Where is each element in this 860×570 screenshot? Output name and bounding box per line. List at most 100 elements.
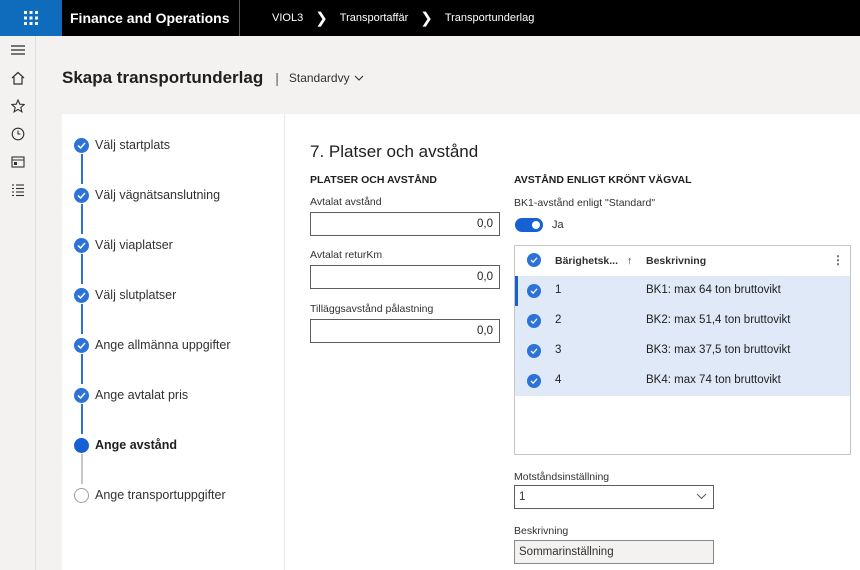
field-label: Beskrivning (514, 525, 569, 537)
table-row[interactable]: 1 BK1: max 64 ton bruttovikt (515, 276, 850, 306)
cell-description: BK1: max 64 ton bruttovikt (646, 284, 781, 296)
list-icon[interactable] (8, 180, 28, 200)
checkmark-icon (74, 287, 89, 303)
step-valj-vagnatsanslutning[interactable]: Välj vägnätsanslutning (74, 185, 220, 205)
step-ange-allmanna-uppgifter[interactable]: Ange allmänna uppgifter (74, 335, 231, 355)
step-label: Välj vägnätsanslutning (95, 188, 221, 202)
group-title-platser: PLATSER OCH AVSTÅND (310, 174, 437, 186)
clock-icon[interactable] (8, 124, 28, 144)
cell-description: BK2: max 51,4 ton bruttovikt (646, 314, 791, 326)
checkmark-icon (74, 387, 89, 403)
toggle-value: Ja (552, 219, 564, 231)
top-bar: Finance and Operations VIOL3 ❯ Transport… (0, 0, 860, 36)
step-label: Ange allmänna uppgifter (95, 338, 231, 352)
header-divider: | (275, 70, 279, 86)
step-connector (81, 154, 83, 184)
view-selector-label: Standardvy (288, 71, 350, 85)
vertical-divider (284, 114, 285, 570)
sort-ascending-icon: ↑ (626, 255, 633, 267)
step-connector (81, 404, 83, 434)
step-label: Välj slutplatser (95, 288, 177, 302)
bk1-toggle[interactable] (515, 218, 543, 232)
app-launcher-button[interactable] (0, 0, 62, 36)
row-checkbox[interactable] (527, 344, 541, 358)
step-connector (81, 304, 83, 334)
cell-description: BK4: max 74 ton bruttovikt (646, 374, 781, 386)
field-label: Avtalat returKm (310, 249, 383, 261)
table-row[interactable]: 3 BK3: max 37,5 ton bruttovikt (515, 336, 850, 366)
table-row[interactable]: 4 BK4: max 74 ton bruttovikt (515, 366, 850, 396)
checkmark-icon (74, 337, 89, 353)
app-title[interactable]: Finance and Operations (62, 0, 240, 36)
step-label: Ange avtalat pris (95, 388, 189, 402)
checkmark-icon (74, 187, 89, 203)
wizard-steps: Välj startplats Välj vägnätsanslutning V… (62, 114, 280, 570)
step-label: Välj viaplatser (95, 238, 173, 252)
breadcrumb-company[interactable]: VIOL3 (272, 12, 303, 24)
barighet-grid: Bärighetsk... ↑ Beskrivning ⋮ 1 BK1: max… (514, 245, 851, 455)
cell-code: 3 (555, 344, 562, 356)
column-header-barighetsklass[interactable]: Bärighetsk... ↑ (555, 255, 632, 267)
step-label: Välj startplats (95, 138, 171, 152)
waffle-icon (24, 11, 38, 25)
cell-code: 2 (555, 314, 562, 326)
chevron-down-icon (354, 75, 363, 81)
breadcrumb: VIOL3 ❯ Transportaffär ❯ Transportunderl… (272, 0, 534, 36)
tillaggsavstand-input[interactable]: 0,0 (310, 319, 500, 343)
field-label: Motståndsinställning (514, 471, 610, 483)
current-step-dot-icon (74, 437, 89, 453)
step-ange-avstand[interactable]: Ange avstånd (74, 435, 177, 455)
view-selector[interactable]: Standardvy (289, 71, 364, 85)
wizard-card: Välj startplats Välj vägnätsanslutning V… (62, 114, 860, 570)
toggle-label: BK1-avstånd enligt "Standard" (514, 197, 656, 209)
group-title-avstand: AVSTÅND ENLIGT KRÖNT VÄGVAL (514, 174, 692, 186)
checkmark-icon (74, 237, 89, 253)
toggle-knob (532, 221, 540, 229)
step-valj-viaplatser[interactable]: Välj viaplatser (74, 235, 173, 255)
home-icon[interactable] (8, 68, 28, 88)
row-checkbox[interactable] (527, 284, 541, 298)
page-header: Skapa transportunderlag | Standardvy (62, 58, 364, 98)
cell-code: 1 (555, 284, 562, 296)
select-value: 1 (519, 491, 526, 503)
chevron-down-icon (696, 486, 707, 508)
step-ange-avtalat-pris[interactable]: Ange avtalat pris (74, 385, 188, 405)
empty-circle-icon (74, 487, 89, 503)
step-connector (81, 204, 83, 234)
more-vertical-icon[interactable]: ⋮ (832, 253, 844, 267)
select-all-checkbox[interactable] (527, 253, 541, 267)
page-title: Skapa transportunderlag (62, 68, 264, 87)
step-ange-transportuppgifter[interactable]: Ange transportuppgifter (74, 485, 226, 505)
step-label: Ange avstånd (95, 438, 177, 452)
step-valj-slutplatser[interactable]: Välj slutplatser (74, 285, 176, 305)
grid-header: Bärighetsk... ↑ Beskrivning ⋮ (515, 246, 850, 273)
checkmark-icon (74, 137, 89, 153)
field-label: Tilläggsavstånd pålastning (310, 303, 434, 315)
left-navigation (0, 36, 36, 570)
cell-code: 4 (555, 374, 562, 386)
cell-description: BK3: max 37,5 ton bruttovikt (646, 344, 791, 356)
step-connector (81, 254, 83, 284)
column-header-beskrivning[interactable]: Beskrivning (646, 255, 706, 267)
section-title: 7. Platser och avstånd (310, 142, 479, 161)
hamburger-icon[interactable] (8, 40, 28, 60)
avtalat-returkm-input[interactable]: 0,0 (310, 265, 500, 289)
chevron-right-icon: ❯ (420, 10, 433, 27)
column-header-label: Bärighetsk... (555, 255, 619, 267)
beskrivning-field: Sommarinställning (514, 540, 714, 564)
step-valj-startplats[interactable]: Välj startplats (74, 135, 170, 155)
breadcrumb-module[interactable]: Transportaffär (340, 12, 408, 24)
chevron-right-icon: ❯ (315, 10, 328, 27)
row-checkbox[interactable] (527, 374, 541, 388)
field-label: Avtalat avstånd (310, 196, 382, 208)
step-connector (81, 354, 83, 384)
motstandsinstallning-select[interactable]: 1 (514, 485, 714, 509)
step-connector (81, 454, 83, 484)
step-label: Ange transportuppgifter (95, 488, 226, 502)
breadcrumb-page[interactable]: Transportunderlag (445, 12, 534, 24)
star-icon[interactable] (8, 96, 28, 116)
avtalat-avstand-input[interactable]: 0,0 (310, 212, 500, 236)
table-row[interactable]: 2 BK2: max 51,4 ton bruttovikt (515, 306, 850, 336)
row-checkbox[interactable] (527, 314, 541, 328)
workspace-icon[interactable] (8, 152, 28, 172)
